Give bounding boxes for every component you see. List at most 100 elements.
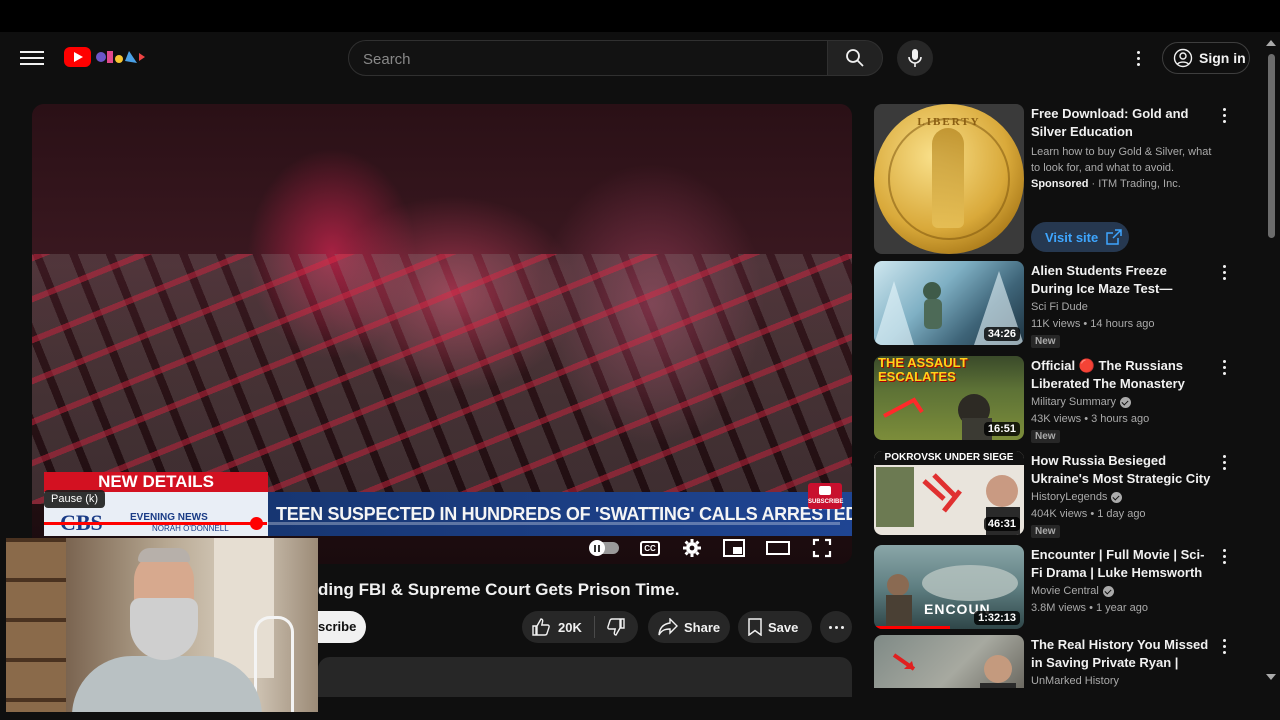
video-menu-icon[interactable] [1220, 639, 1228, 657]
progress-played [44, 522, 267, 525]
new-badge: New [1031, 525, 1060, 538]
video-title-link[interactable]: How Russia Besieged Ukraine's Most Strat… [1031, 452, 1211, 488]
video-title-link[interactable]: Encounter | Full Movie | Sci-Fi Drama | … [1031, 546, 1211, 582]
settings-menu-icon[interactable] [1128, 48, 1148, 68]
news-lower-third: NEW DETAILS CBS EVENING NEWS NORAH O'DON… [44, 472, 852, 536]
fullscreen-button[interactable] [810, 536, 834, 560]
ad-card[interactable]: LIBERTY Free Download: Gold and Silver E… [874, 104, 1244, 254]
webcam-overlay [6, 538, 318, 712]
gear-icon [683, 539, 701, 557]
visit-site-label: Visit site [1045, 229, 1099, 245]
new-badge: New [1031, 430, 1060, 443]
like-count: 20K [558, 619, 582, 635]
theater-mode-button[interactable] [766, 536, 790, 560]
video-title-link[interactable]: Official 🔴 The Russians Liberated The Mo… [1031, 357, 1211, 393]
search-box [348, 40, 828, 76]
coin-inscription: LIBERTY [917, 116, 981, 128]
share-button[interactable]: Share [648, 611, 730, 643]
channel-label: Sci Fi Dude [1031, 301, 1088, 313]
duration-badge: 1:32:13 [974, 611, 1020, 625]
video-thumbnail[interactable]: 34:26 [874, 261, 1024, 345]
video-thumbnail[interactable]: POKROVSK UNDER SIEGE 46:31 [874, 451, 1024, 535]
view-count: 11K views [1031, 318, 1081, 330]
video-player[interactable]: NEW DETAILS CBS EVENING NEWS NORAH O'DON… [32, 104, 852, 564]
video-menu-icon[interactable] [1220, 265, 1228, 283]
masthead: Sign in [0, 32, 1264, 84]
duration-badge: 16:51 [983, 422, 1020, 436]
cc-icon: CC [640, 540, 660, 556]
sign-in-button[interactable]: Sign in [1162, 42, 1250, 74]
search-input[interactable] [363, 49, 803, 69]
channel-name[interactable]: UnMarked History [1031, 675, 1119, 687]
video-title-link[interactable]: The Real History You Missed in Saving Pr… [1031, 636, 1211, 672]
subscribe-watermark: SUBSCRIBE [808, 483, 843, 509]
voice-search-button[interactable] [897, 40, 933, 76]
description-box[interactable] [318, 657, 852, 697]
like-button[interactable]: 20K [522, 611, 594, 643]
video-card[interactable]: The Real History You Missed in Saving Pr… [874, 635, 1244, 688]
channel-label: UnMarked History [1031, 675, 1120, 687]
channel-label: HistoryLegends [1031, 491, 1108, 503]
video-card[interactable]: POKROVSK UNDER SIEGE 46:31 How Russia Be… [874, 451, 1244, 539]
channel-name[interactable]: Sci Fi Dude [1031, 301, 1088, 313]
video-meta: 11K views • 14 hours ago [1031, 318, 1155, 330]
video-card[interactable]: 34:26 Alien Students Freeze During Ice M… [874, 261, 1244, 349]
advertiser-name: ITM Trading, Inc. [1098, 178, 1181, 190]
upload-age: 1 year ago [1096, 602, 1148, 614]
channel-name[interactable]: Military Summary [1031, 396, 1131, 408]
sponsored-label: Sponsored [1031, 178, 1089, 190]
video-menu-icon[interactable] [1220, 360, 1228, 378]
save-button[interactable]: Save [738, 611, 812, 643]
video-menu-icon[interactable] [1220, 455, 1228, 473]
video-title-link[interactable]: Alien Students Freeze During Ice Maze Te… [1031, 262, 1211, 298]
ad-sponsor-line: Sponsored · ITM Trading, Inc. [1031, 178, 1181, 190]
fullscreen-icon [812, 538, 832, 558]
autoplay-toggle[interactable] [589, 536, 620, 560]
video-thumbnail[interactable] [874, 635, 1024, 688]
new-badge: New [1031, 335, 1060, 348]
youtube-play-icon [64, 47, 91, 67]
ad-title[interactable]: Free Download: Gold and Silver Education [1031, 105, 1211, 141]
ad-thumbnail[interactable]: LIBERTY [874, 104, 1024, 254]
video-thumbnail[interactable]: ENCOUN 1:32:13 [874, 545, 1024, 629]
save-label: Save [768, 619, 799, 635]
autoplay-pause-icon [589, 540, 605, 556]
search-button[interactable] [827, 40, 883, 76]
ad-menu-icon[interactable] [1220, 108, 1228, 126]
progress-scrubber[interactable] [250, 517, 263, 530]
duration-badge: 46:31 [983, 517, 1020, 531]
video-card[interactable]: ENCOUN 1:32:13 Encounter | Full Movie | … [874, 545, 1244, 633]
scrollbar-thumb[interactable] [1268, 54, 1275, 238]
captions-button[interactable]: CC [638, 536, 662, 560]
miniplayer-button[interactable] [722, 536, 746, 560]
video-thumbnail[interactable]: THE ASSAULT ESCALATES 16:51 [874, 356, 1024, 440]
scroll-up-arrow-icon[interactable] [1266, 40, 1276, 46]
view-count: 43K views [1031, 413, 1082, 425]
video-card[interactable]: THE ASSAULT ESCALATES 16:51 Official 🔴 T… [874, 356, 1244, 444]
top-black-strip [0, 0, 1280, 32]
lower-third-tag: NEW DETAILS [44, 472, 268, 492]
scroll-down-arrow-icon[interactable] [1266, 674, 1276, 680]
theater-icon [766, 541, 790, 555]
bookmark-icon [748, 618, 762, 636]
channel-name[interactable]: HistoryLegends [1031, 491, 1123, 503]
upload-age: 1 day ago [1097, 508, 1146, 520]
thumbs-up-icon [532, 618, 550, 636]
more-actions-icon[interactable] [820, 611, 852, 643]
settings-button[interactable] [680, 536, 704, 560]
dislike-button[interactable] [595, 611, 637, 643]
menu-icon[interactable] [20, 48, 44, 68]
doodle-logo [93, 47, 147, 67]
video-frame-keyboard [32, 254, 852, 504]
external-link-icon [1106, 229, 1122, 245]
visit-site-button[interactable]: Visit site [1031, 222, 1129, 252]
channel-name[interactable]: Movie Central [1031, 585, 1114, 597]
duration-badge: 34:26 [983, 327, 1020, 341]
search-icon [846, 49, 864, 67]
progress-bar[interactable] [44, 522, 840, 525]
video-title: ding FBI & Supreme Court Gets Prison Tim… [318, 580, 680, 599]
view-count: 404K views [1031, 508, 1088, 520]
verified-icon [1111, 491, 1123, 503]
video-menu-icon[interactable] [1220, 549, 1228, 567]
youtube-logo[interactable] [64, 47, 147, 67]
